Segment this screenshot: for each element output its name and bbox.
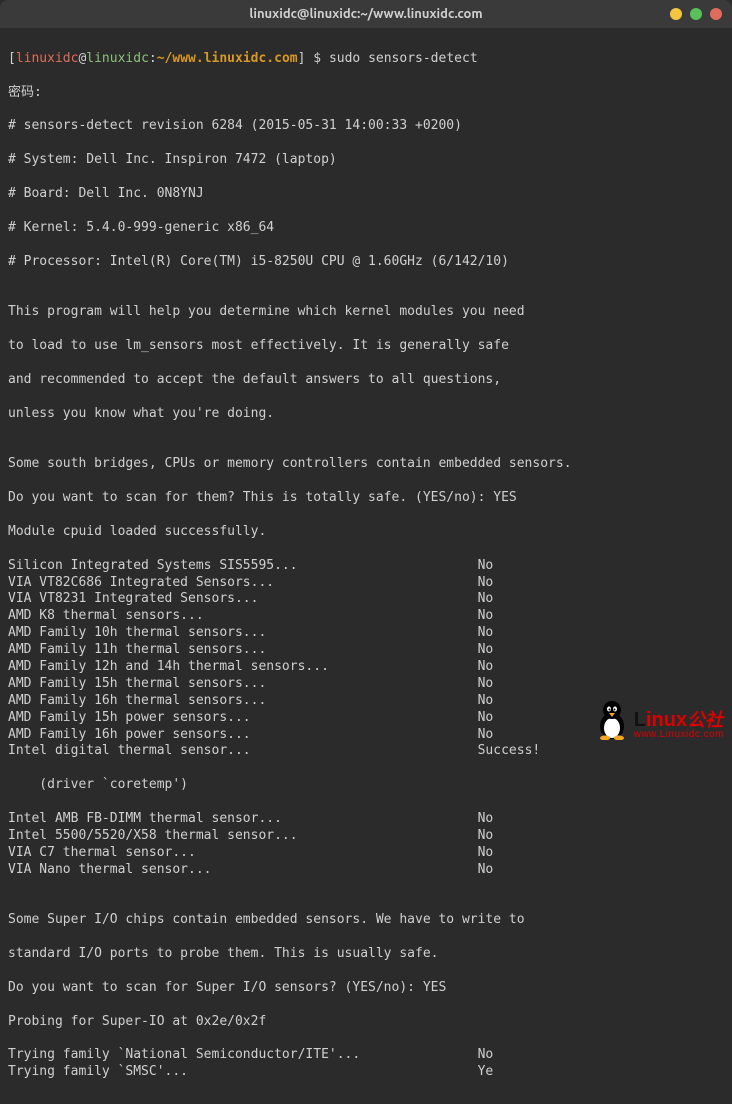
- sensor-name: Trying family `SMSC'...: [8, 1064, 478, 1079]
- sensor-result: No: [478, 1047, 494, 1062]
- sensor-list: Silicon Integrated Systems SIS5595... No…: [8, 558, 724, 761]
- sensor-list-2: Intel AMB FB-DIMM thermal sensor... NoIn…: [8, 811, 724, 879]
- sensor-result: No: [478, 727, 494, 742]
- prompt-host: linuxidc: [86, 51, 149, 66]
- trying-list: Trying family `National Semiconductor/IT…: [8, 1047, 724, 1081]
- sensor-name: AMD Family 11h thermal sensors...: [8, 642, 478, 657]
- maximize-button[interactable]: [690, 8, 702, 20]
- sensor-row: Trying family `SMSC'... Ye: [8, 1064, 724, 1081]
- sensor-row: AMD K8 thermal sensors... No: [8, 608, 724, 625]
- sensor-name: Intel digital thermal sensor...: [8, 743, 478, 758]
- sensor-result: No: [478, 811, 494, 826]
- sensor-name: AMD K8 thermal sensors...: [8, 608, 478, 623]
- minimize-button[interactable]: [670, 8, 682, 20]
- sensor-result: No: [478, 608, 494, 623]
- sensor-name: VIA C7 thermal sensor...: [8, 845, 478, 860]
- sensor-result: No: [478, 710, 494, 725]
- sensor-result: No: [478, 591, 494, 606]
- sensor-name: AMD Family 15h thermal sensors...: [8, 676, 478, 691]
- output-line: This program will help you determine whi…: [8, 304, 724, 321]
- command-text: sudo sensors-detect: [329, 51, 478, 66]
- output-line: (driver `coretemp'): [8, 777, 724, 794]
- output-line: # sensors-detect revision 6284 (2015-05-…: [8, 118, 724, 135]
- sensor-row: AMD Family 15h power sensors... No: [8, 710, 724, 727]
- output-line: # Board: Dell Inc. 0N8YNJ: [8, 186, 724, 203]
- sensor-row: Intel AMB FB-DIMM thermal sensor... No: [8, 811, 724, 828]
- window-titlebar: linuxidc@linuxidc:~/www.linuxidc.com: [0, 0, 732, 28]
- sensor-name: VIA VT8231 Integrated Sensors...: [8, 591, 478, 606]
- sensor-result: No: [478, 558, 494, 573]
- sensor-row: AMD Family 16h thermal sensors... No: [8, 693, 724, 710]
- output-line: Probing for Super-IO at 0x2e/0x2f: [8, 1014, 724, 1031]
- output-line: to load to use lm_sensors most effective…: [8, 338, 724, 355]
- sensor-name: AMD Family 15h power sensors...: [8, 710, 478, 725]
- sensor-row: Trying family `National Semiconductor/IT…: [8, 1047, 724, 1064]
- output-line: Some south bridges, CPUs or memory contr…: [8, 456, 724, 473]
- output-line: unless you know what you're doing.: [8, 406, 724, 423]
- sensor-row: Intel 5500/5520/X58 thermal sensor... No: [8, 828, 724, 845]
- sensor-row: Intel digital thermal sensor... Success!: [8, 743, 724, 760]
- sensor-name: Intel AMB FB-DIMM thermal sensor...: [8, 811, 478, 826]
- sensor-row: Silicon Integrated Systems SIS5595... No: [8, 558, 724, 575]
- sensor-result: No: [478, 845, 494, 860]
- sensor-row: AMD Family 10h thermal sensors... No: [8, 625, 724, 642]
- sensor-name: AMD Family 16h thermal sensors...: [8, 693, 478, 708]
- output-line: # Processor: Intel(R) Core(TM) i5-8250U …: [8, 254, 724, 271]
- window-controls: [670, 8, 722, 20]
- close-button[interactable]: [710, 8, 722, 20]
- sensor-result: Ye: [478, 1064, 494, 1079]
- prompt-user: linuxidc: [16, 51, 79, 66]
- output-line: # Kernel: 5.4.0-999-generic x86_64: [8, 220, 724, 237]
- sensor-row: VIA VT8231 Integrated Sensors... No: [8, 591, 724, 608]
- sensor-result: No: [478, 693, 494, 708]
- prompt-line: [linuxidc@linuxidc:~/www.linuxidc.com] $…: [8, 51, 724, 68]
- sensor-result: No: [478, 659, 494, 674]
- sensor-name: Intel 5500/5520/X58 thermal sensor...: [8, 828, 478, 843]
- sensor-result: No: [478, 828, 494, 843]
- sensor-name: AMD Family 16h power sensors...: [8, 727, 478, 742]
- output-line: Do you want to scan for them? This is to…: [8, 490, 724, 507]
- sensor-result: No: [478, 625, 494, 640]
- sensor-name: AMD Family 12h and 14h thermal sensors..…: [8, 659, 478, 674]
- sensor-name: VIA VT82C686 Integrated Sensors...: [8, 575, 478, 590]
- output-line: Do you want to scan for Super I/O sensor…: [8, 980, 724, 997]
- sensor-result: No: [478, 642, 494, 657]
- output-line: Module cpuid loaded successfully.: [8, 524, 724, 541]
- sensor-row: VIA C7 thermal sensor... No: [8, 845, 724, 862]
- sensor-name: VIA Nano thermal sensor...: [8, 862, 478, 877]
- sensor-row: AMD Family 12h and 14h thermal sensors..…: [8, 659, 724, 676]
- sensor-name: Silicon Integrated Systems SIS5595...: [8, 558, 478, 573]
- output-line: standard I/O ports to probe them. This i…: [8, 946, 724, 963]
- output-line: # System: Dell Inc. Inspiron 7472 (lapto…: [8, 152, 724, 169]
- sensor-row: AMD Family 16h power sensors... No: [8, 727, 724, 744]
- prompt-path: ~/www.linuxidc.com: [157, 51, 298, 66]
- output-line: Some Super I/O chips contain embedded se…: [8, 912, 724, 929]
- sensor-row: VIA Nano thermal sensor... No: [8, 862, 724, 879]
- sensor-result: No: [478, 676, 494, 691]
- password-prompt: 密码:: [8, 85, 724, 102]
- window-title: linuxidc@linuxidc:~/www.linuxidc.com: [249, 7, 482, 21]
- sensor-row: VIA VT82C686 Integrated Sensors... No: [8, 575, 724, 592]
- sensor-result: No: [478, 862, 494, 877]
- sensor-name: AMD Family 10h thermal sensors...: [8, 625, 478, 640]
- terminal-content[interactable]: [linuxidc@linuxidc:~/www.linuxidc.com] $…: [0, 28, 732, 1104]
- sensor-name: Trying family `National Semiconductor/IT…: [8, 1047, 478, 1062]
- output-line: and recommended to accept the default an…: [8, 372, 724, 389]
- sensor-row: AMD Family 11h thermal sensors... No: [8, 642, 724, 659]
- sensor-row: AMD Family 15h thermal sensors... No: [8, 676, 724, 693]
- sensor-result: No: [478, 575, 494, 590]
- sensor-result: Success!: [478, 743, 541, 758]
